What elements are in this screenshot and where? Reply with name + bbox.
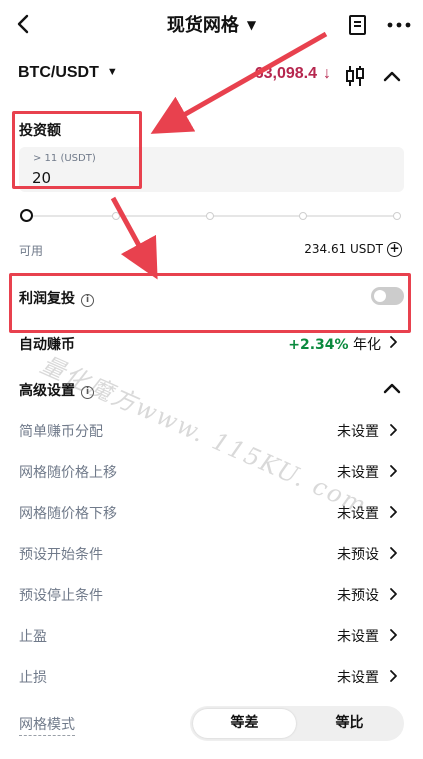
setting-label-take-profit: 止盈 <box>19 629 47 645</box>
caret-down-icon: ▼ <box>246 18 257 32</box>
auto-earn-suffix: 年化 <box>353 337 381 353</box>
slider-mark-50[interactable] <box>299 212 307 220</box>
setting-value-take-profit[interactable]: 未设置 <box>337 626 379 646</box>
chevron-right-icon[interactable] <box>389 628 399 642</box>
setting-label-trailing-down: 网格随价格下移 <box>19 506 117 522</box>
candlestick-icon[interactable] <box>343 64 367 88</box>
setting-value-simple-earn[interactable]: 未设置 <box>337 421 379 441</box>
setting-label-stop-condition: 预设停止条件 <box>19 588 103 604</box>
chevron-up-icon[interactable] <box>381 378 403 398</box>
chevron-right-icon[interactable] <box>389 464 399 478</box>
auto-earn-rate: +2.34% <box>288 337 349 353</box>
grid-mode-geometric[interactable]: 等比 <box>298 709 401 738</box>
price-down-arrow: ↓ <box>323 65 331 82</box>
chevron-right-icon[interactable] <box>389 669 399 683</box>
top-nav-bar: 现货网格 ▼ <box>0 0 423 52</box>
available-balance: 234.61 USDT <box>304 242 383 256</box>
chevron-right-icon[interactable] <box>389 587 399 601</box>
setting-label-start-condition: 预设开始条件 <box>19 547 103 563</box>
chevron-right-icon[interactable] <box>389 335 399 349</box>
document-icon[interactable] <box>346 13 370 37</box>
setting-label-simple-earn: 简单赚币分配 <box>19 424 103 440</box>
setting-value-stop-condition[interactable]: 未预设 <box>337 585 379 605</box>
annotation-box-compound <box>9 273 411 333</box>
pair-symbol: BTC/USDT <box>18 64 99 81</box>
pair-selector[interactable]: BTC/USDT ▼ <box>18 64 118 82</box>
last-price: 63,098.4 ↓ <box>255 65 331 83</box>
grid-mode-label: 网格模式 <box>19 714 75 736</box>
pair-row: BTC/USDT ▼ 63,098.4 ↓ <box>0 56 423 96</box>
plus-circle-icon[interactable]: + <box>387 242 402 257</box>
slider-mark-75[interactable] <box>393 212 401 220</box>
setting-value-start-condition[interactable]: 未预设 <box>337 544 379 564</box>
grid-mode-segmented-control: 等差 等比 <box>190 706 404 741</box>
price-value: 63,098.4 <box>254 65 317 82</box>
setting-label-trailing-up: 网格随价格上移 <box>19 465 117 481</box>
investment-slider[interactable] <box>19 207 403 225</box>
available-label: 可用 <box>19 244 44 258</box>
chevron-right-icon[interactable] <box>389 505 399 519</box>
auto-earn-value[interactable]: +2.34% 年化 <box>288 334 381 354</box>
page-title: 现货网格 <box>166 15 239 36</box>
more-dots-icon[interactable] <box>385 13 413 37</box>
chevron-up-icon[interactable] <box>381 66 403 86</box>
grid-mode-arithmetic[interactable]: 等差 <box>193 709 296 738</box>
slider-handle[interactable] <box>20 209 33 222</box>
slider-mark-25[interactable] <box>206 212 214 220</box>
setting-label-stop-loss: 止损 <box>19 670 47 686</box>
caret-down-icon: ▼ <box>106 66 118 78</box>
slider-mark-100[interactable] <box>112 212 120 220</box>
chevron-right-icon[interactable] <box>389 546 399 560</box>
setting-value-stop-loss[interactable]: 未设置 <box>337 667 379 687</box>
annotation-box-investment <box>12 111 142 189</box>
chevron-right-icon[interactable] <box>389 423 399 437</box>
